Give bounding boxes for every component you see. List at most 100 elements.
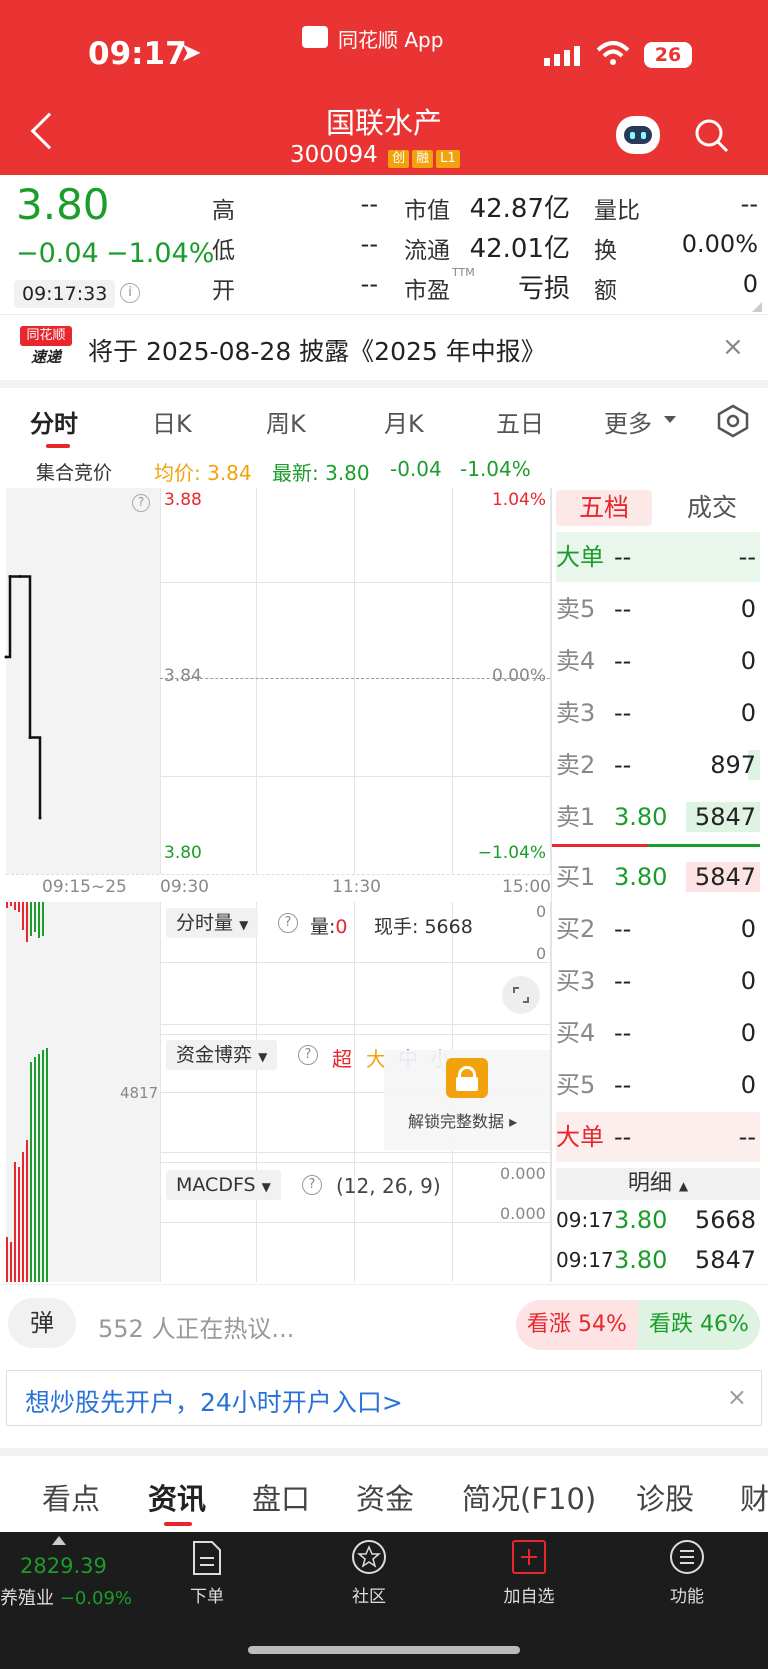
sell-price: -- — [614, 699, 632, 727]
tab-highlights[interactable]: 看点 — [42, 1476, 100, 1518]
buy-1-row[interactable]: 买1 3.80 5847 — [556, 852, 760, 902]
price-change-pct: −1.04% — [106, 238, 215, 269]
bullish-button[interactable]: 看涨 54% — [516, 1300, 638, 1350]
turnover-value: 0.00% — [681, 230, 758, 258]
detail-vol: 5847 — [694, 1246, 756, 1274]
axis-bottom-pct: −1.04% — [477, 843, 546, 863]
section-gap — [0, 1448, 768, 1456]
tab-trades[interactable]: 成交 — [664, 490, 760, 526]
stock-code-line: 300094 创融 L1 — [290, 142, 460, 168]
unlock-label: 解锁完整数据 — [408, 1112, 505, 1131]
add-watchlist-button[interactable]: 加自选 — [484, 1582, 574, 1607]
fund-selector-label: 资金博弈 — [176, 1044, 253, 1066]
home-indicator[interactable] — [248, 1646, 520, 1654]
amount-label: 额 — [594, 278, 617, 304]
menu-icon — [670, 1540, 704, 1574]
buy-label: 买4 — [556, 1019, 596, 1047]
quote-time: 09:17:33 — [14, 280, 116, 308]
float-value: 42.01亿 — [469, 234, 570, 264]
sell-4-row[interactable]: 卖4 -- 0 — [556, 636, 760, 686]
tab-five-day[interactable]: 五日 — [496, 404, 544, 439]
buy-5-row[interactable]: 买5 -- 0 — [556, 1060, 760, 1110]
help-icon[interactable]: ? — [298, 1045, 318, 1065]
sell-label: 卖3 — [556, 699, 596, 727]
buy-vol: 0 — [740, 967, 756, 995]
macd-selector[interactable]: MACDFS ▼ — [166, 1170, 281, 1200]
mktcap-value: 42.87亿 — [469, 194, 570, 224]
sell-3-row[interactable]: 卖3 -- 0 — [556, 688, 760, 738]
bid-ask-ratio-red — [552, 844, 648, 847]
help-icon[interactable]: ? — [278, 913, 298, 933]
sell-price: -- — [614, 647, 632, 675]
open-label: 开 — [212, 278, 235, 304]
tab-month-k[interactable]: 月K — [384, 404, 424, 439]
detail-header[interactable]: 明细 ▲ — [556, 1168, 760, 1200]
price-point — [28, 736, 32, 739]
axis-bottom-price: 3.80 — [164, 843, 202, 863]
notice-logo-bottom: 速递 — [30, 348, 61, 366]
detail-label: 明细 — [627, 1171, 672, 1196]
big-sell-row: 大单 -- -- — [556, 532, 760, 582]
high-label: 高 — [212, 198, 235, 224]
sell-vol: 0 — [740, 647, 756, 675]
help-icon[interactable]: ? — [302, 1175, 322, 1195]
community-button[interactable]: 社区 — [324, 1582, 414, 1607]
buy-2-row[interactable]: 买2 -- 0 — [556, 904, 760, 954]
open-account-banner[interactable]: 想炒股先开户，24小时开户入口> × — [6, 1370, 762, 1426]
tab-day-k[interactable]: 日K — [152, 404, 192, 439]
volume-selector[interactable]: 分时量 ▼ — [166, 908, 259, 938]
tab-more[interactable]: 更多 — [604, 404, 652, 439]
buy-3-row[interactable]: 买3 -- 0 — [556, 956, 760, 1006]
expand-corner-icon[interactable] — [752, 302, 762, 312]
volume-axis-label: 4817 — [120, 1084, 159, 1102]
tab-news[interactable]: 资讯 — [148, 1476, 206, 1518]
sell-label: 卖5 — [556, 595, 596, 623]
fullscreen-icon[interactable] — [502, 976, 540, 1014]
time-label-open: 09:30 — [160, 877, 209, 897]
banner-close-icon[interactable]: × — [727, 1383, 747, 1411]
fund-selector[interactable]: 资金博弈 ▼ — [166, 1040, 278, 1070]
danmu-toggle[interactable]: 弹 — [8, 1298, 76, 1348]
low-value: -- — [360, 230, 378, 258]
open-account-text: 想炒股先开户，24小时开户入口> — [25, 1388, 403, 1417]
tab-f10[interactable]: 简况(F10) — [462, 1476, 596, 1518]
search-icon[interactable] — [694, 118, 729, 153]
sell-1-row[interactable]: 卖1 3.80 5847 — [556, 792, 760, 842]
volume-axis-bottom: 0 — [536, 944, 547, 963]
unlock-overlay[interactable]: 解锁完整数据 ▸ — [384, 1050, 550, 1150]
chevron-down-icon — [664, 416, 676, 423]
price-series-line — [6, 575, 42, 818]
sell-2-row[interactable]: 卖2 -- 897 — [556, 740, 760, 790]
discussion-text[interactable]: 552 人正在热议... — [98, 1309, 294, 1344]
notice-close-icon[interactable]: × — [722, 332, 744, 362]
function-button[interactable]: 功能 — [642, 1582, 732, 1607]
big-buy-b: -- — [738, 1123, 756, 1151]
sell-label: 卖1 — [556, 803, 596, 831]
open-value: -- — [360, 270, 378, 298]
index-line[interactable]: 养殖业 −0.09% — [0, 1584, 132, 1610]
bearish-button[interactable]: 看跌 46% — [638, 1300, 760, 1350]
tab-five-level[interactable]: 五档 — [556, 490, 652, 526]
notice-text[interactable]: 将于 2025-08-28 披露《2025 年中报》 — [88, 332, 546, 368]
tab-finance[interactable]: 财 — [740, 1476, 768, 1518]
battery-icon: 26 — [644, 42, 692, 68]
info-icon[interactable]: i — [120, 283, 140, 303]
hand-label: 现手: — [374, 916, 419, 938]
index-up-icon — [52, 1536, 66, 1545]
price-change: −0.04 — [16, 238, 99, 269]
tab-funds[interactable]: 资金 — [356, 1476, 414, 1518]
latest-change: -0.04 — [390, 457, 442, 481]
tab-fenshi[interactable]: 分时 — [30, 404, 78, 439]
tab-week-k[interactable]: 周K — [266, 404, 306, 439]
sell-5-row[interactable]: 卖5 -- 0 — [556, 584, 760, 634]
tab-diagnosis[interactable]: 诊股 — [636, 1476, 694, 1518]
buy-4-row[interactable]: 买4 -- 0 — [556, 1008, 760, 1058]
order-button[interactable]: 下单 — [162, 1582, 252, 1607]
index-value[interactable]: 2829.39 — [20, 1554, 107, 1578]
robot-assistant-icon[interactable] — [616, 116, 660, 154]
sell-vol: 0 — [740, 595, 756, 623]
tab-orderbook[interactable]: 盘口 — [252, 1476, 310, 1518]
settings-hexagon-icon[interactable] — [716, 404, 750, 438]
buy-label: 买3 — [556, 967, 596, 995]
dropdown-icon: ▼ — [258, 1050, 268, 1064]
